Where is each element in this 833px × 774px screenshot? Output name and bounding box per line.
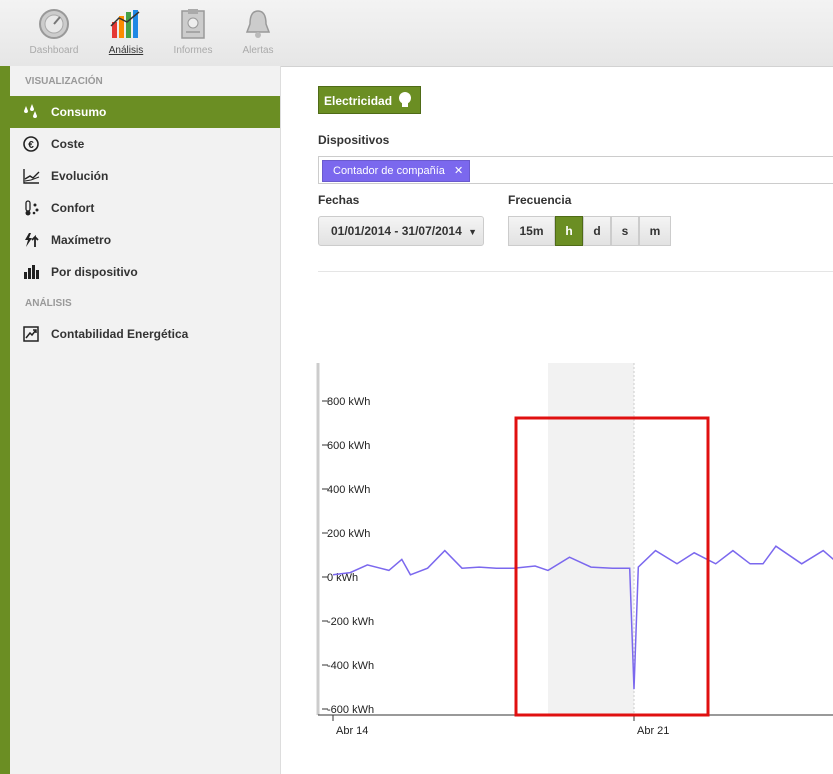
section-analisis: ANÁLISIS bbox=[25, 298, 72, 309]
device-tag: Contador de compañía ✕ bbox=[322, 160, 471, 182]
freq-15m-label: 15m bbox=[519, 224, 544, 238]
freq-s-label: s bbox=[621, 224, 629, 238]
freq-h-button[interactable]: h bbox=[555, 216, 583, 246]
thermometer-icon bbox=[25, 200, 39, 216]
freq-h-label: h bbox=[565, 224, 573, 238]
top-nav-bar: Dashboard Análisis Informes Alertas bbox=[0, 0, 833, 67]
dispositivos-label: Dispositivos bbox=[318, 133, 390, 147]
device-selector[interactable]: Contador de compañía ✕ bbox=[318, 156, 833, 184]
caret-down-icon: ▼ bbox=[468, 227, 478, 237]
sidebar-item-coste[interactable]: € Coste bbox=[10, 128, 280, 160]
bell-icon bbox=[245, 10, 271, 38]
main-content: Electricidad Dispositivos Contador de co… bbox=[281, 66, 833, 774]
svg-text:€: € bbox=[28, 140, 34, 151]
sidebar: VISUALIZACIÓN Consumo € Coste Evolución bbox=[10, 66, 281, 774]
freq-d-label: d bbox=[593, 224, 601, 238]
date-range-picker[interactable]: 01/01/2014 - 31/07/2014 ▼ bbox=[318, 216, 484, 246]
freq-m-label: m bbox=[649, 224, 661, 238]
nav-dashboard-label: Dashboard bbox=[29, 45, 79, 56]
nav-analisis-label: Análisis bbox=[108, 45, 144, 56]
device-tag-label: Contador de compañía bbox=[333, 165, 445, 177]
speedometer-icon bbox=[39, 9, 69, 39]
nav-alertas-label: Alertas bbox=[242, 45, 274, 56]
sidebar-item-contabilidad[interactable]: Contabilidad Energética bbox=[10, 318, 280, 350]
sidebar-item-label: Evolución bbox=[51, 169, 109, 183]
electricidad-label: Electricidad bbox=[324, 94, 393, 108]
nav-informes[interactable]: Informes bbox=[162, 8, 224, 56]
lightning-arrow-icon bbox=[25, 233, 39, 247]
bars-icon bbox=[24, 265, 39, 279]
sidebar-item-confort[interactable]: Confort bbox=[10, 192, 280, 224]
bar-chart-icon bbox=[110, 10, 140, 38]
freq-d-button[interactable]: d bbox=[583, 216, 611, 246]
sidebar-item-consumo[interactable]: Consumo bbox=[10, 96, 280, 128]
drops-icon bbox=[24, 104, 37, 118]
frecuencia-label: Frecuencia bbox=[508, 193, 572, 207]
sidebar-item-label: Consumo bbox=[51, 105, 107, 119]
sidebar-item-label: Maxímetro bbox=[51, 233, 112, 247]
sidebar-item-maximetro[interactable]: Maxímetro bbox=[10, 224, 280, 256]
sidebar-item-label: Confort bbox=[51, 201, 95, 215]
electricidad-button[interactable]: Electricidad bbox=[318, 86, 422, 114]
report-icon bbox=[23, 326, 39, 342]
freq-m-button[interactable]: m bbox=[639, 216, 671, 246]
divider bbox=[318, 271, 833, 272]
nav-dashboard[interactable]: Dashboard bbox=[23, 8, 85, 56]
freq-15m-button[interactable]: 15m bbox=[508, 216, 555, 246]
freq-s-button[interactable]: s bbox=[611, 216, 639, 246]
nav-informes-label: Informes bbox=[173, 45, 213, 56]
clipboard-icon bbox=[181, 9, 205, 39]
sidebar-item-label: Contabilidad Energética bbox=[51, 327, 189, 341]
nav-analisis[interactable]: Análisis bbox=[95, 8, 157, 56]
trend-icon bbox=[23, 169, 40, 184]
section-visualizacion: VISUALIZACIÓN bbox=[25, 76, 103, 87]
sidebar-item-por-dispositivo[interactable]: Por dispositivo bbox=[10, 256, 280, 288]
date-range-value: 01/01/2014 - 31/07/2014 bbox=[331, 224, 462, 238]
sidebar-item-label: Por dispositivo bbox=[51, 265, 138, 279]
euro-icon: € bbox=[23, 136, 39, 152]
sidebar-item-label: Coste bbox=[51, 137, 85, 151]
lightbulb-icon bbox=[399, 92, 412, 107]
sidebar-item-evolucion[interactable]: Evolución bbox=[10, 160, 280, 192]
fechas-label: Fechas bbox=[318, 193, 360, 207]
nav-alertas[interactable]: Alertas bbox=[227, 8, 289, 56]
remove-tag-icon[interactable]: ✕ bbox=[454, 165, 463, 177]
left-accent-stripe bbox=[0, 66, 10, 774]
